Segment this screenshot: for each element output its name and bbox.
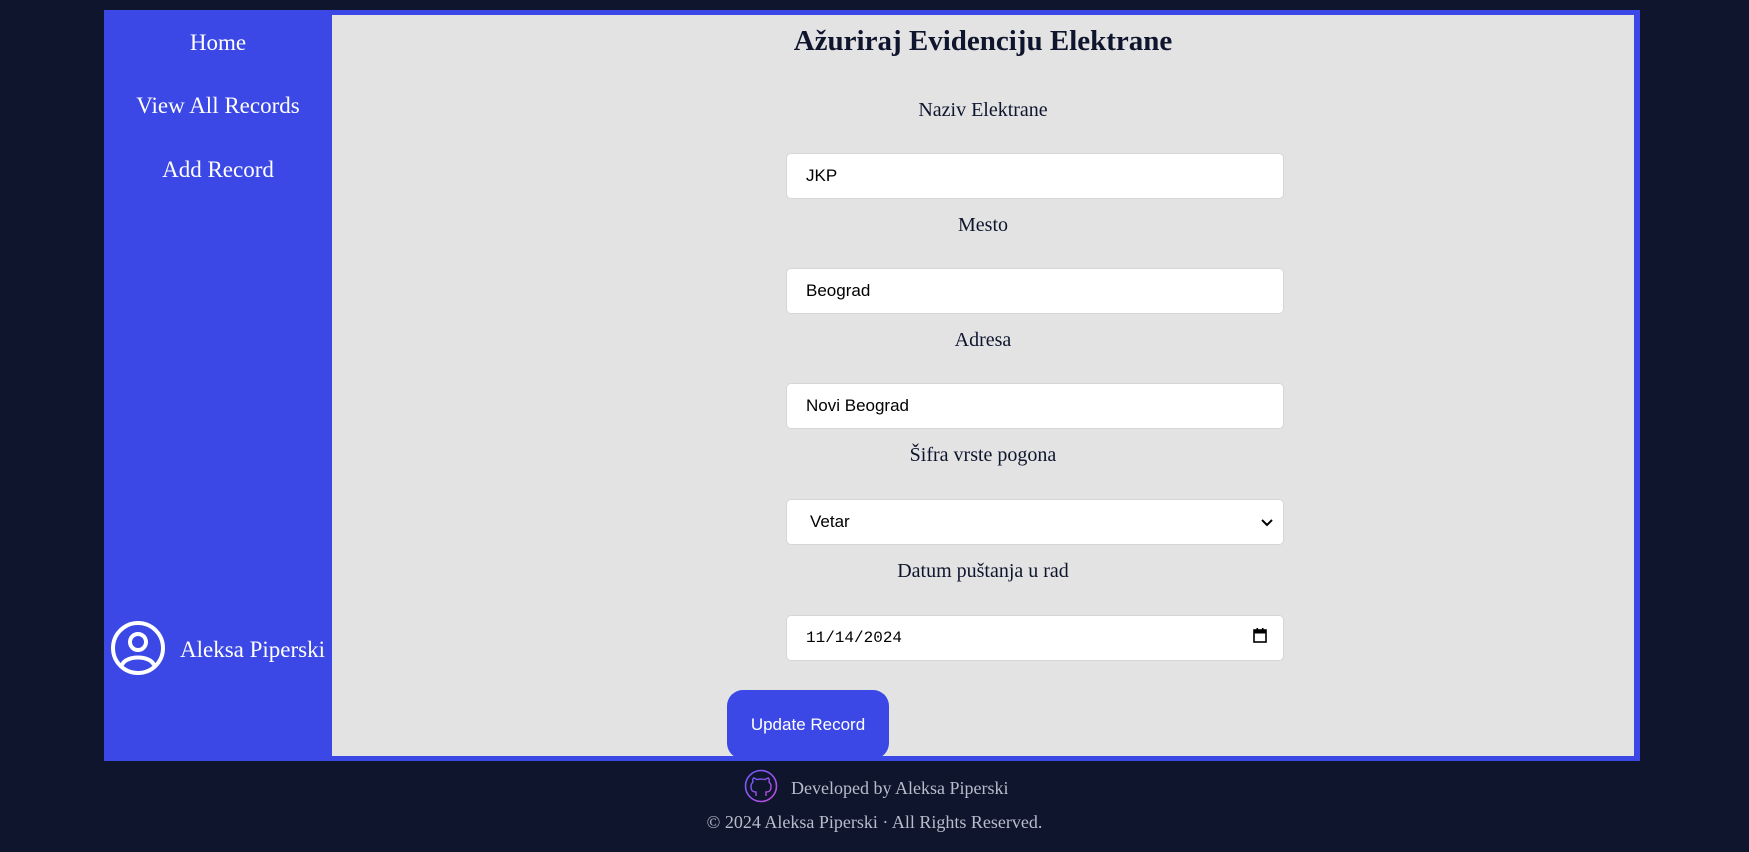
mesto-input[interactable]: Beograd	[786, 268, 1284, 314]
naziv-elektrane-value: JKP	[806, 166, 838, 185]
datum-pustanja-value: 11/14/2024	[806, 629, 903, 647]
footer-developer: Developed by Aleksa Piperski	[744, 769, 1009, 808]
user-profile: Aleksa Piperski	[110, 620, 326, 681]
calendar-icon[interactable]	[1253, 628, 1267, 648]
update-record-button[interactable]: Update Record	[727, 690, 889, 759]
sidebar: Home View All Records Add Record Aleksa …	[104, 10, 332, 761]
adresa-label: Adresa	[954, 329, 1012, 351]
copyright-text: © 2024 Aleksa Piperski · All Rights Rese…	[706, 812, 1043, 832]
nav-add-record-link[interactable]: Add Record	[104, 157, 332, 183]
sifra-vrste-pogona-label: Šifra vrste pogona	[909, 444, 1057, 466]
user-circle-icon	[110, 620, 166, 681]
main-panel: Ažuriraj Evidenciju Elektrane Naziv Elek…	[332, 15, 1634, 756]
datum-pustanja-date-input[interactable]: 11/14/2024	[786, 615, 1284, 661]
github-icon[interactable]	[744, 769, 778, 808]
mesto-label: Mesto	[958, 214, 1008, 236]
nav-view-all-records-link[interactable]: View All Records	[104, 93, 332, 119]
chevron-down-icon	[1261, 512, 1273, 532]
sifra-vrste-pogona-value: Vetar	[810, 512, 850, 531]
sifra-vrste-pogona-select[interactable]: Vetar	[786, 499, 1284, 545]
nav-home-link[interactable]: Home	[104, 30, 332, 56]
naziv-elektrane-input[interactable]: JKP	[786, 153, 1284, 199]
naziv-elektrane-label: Naziv Elektrane	[918, 99, 1048, 121]
datum-pustanja-label: Datum puštanja u rad	[897, 560, 1069, 582]
mesto-value: Beograd	[806, 281, 871, 300]
app-frame: Home View All Records Add Record Aleksa …	[104, 10, 1640, 761]
adresa-input[interactable]: Novi Beograd	[786, 383, 1284, 429]
user-name: Aleksa Piperski	[180, 637, 326, 662]
adresa-value: Novi Beograd	[806, 396, 910, 415]
page-title: Ažuriraj Evidenciju Elektrane	[793, 25, 1173, 57]
developed-by-text: Developed by Aleksa Piperski	[791, 777, 1009, 798]
